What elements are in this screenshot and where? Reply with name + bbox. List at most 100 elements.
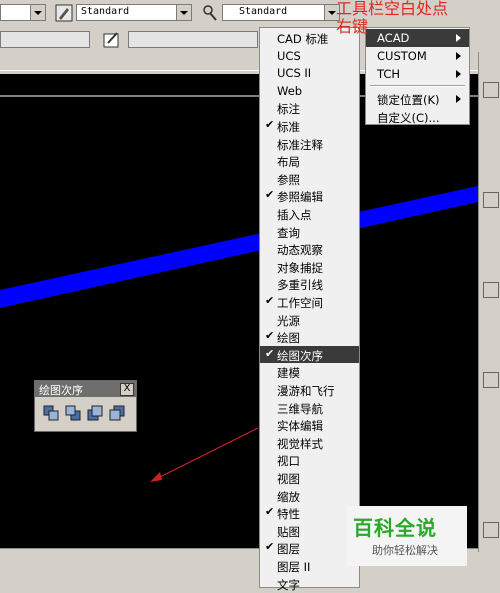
menu-item[interactable]: 图层 II — [260, 557, 359, 575]
dock-button[interactable] — [483, 282, 499, 298]
draw-order-toolbar-title: 绘图次序 — [39, 384, 83, 397]
annotation-text: 工具栏空白处点 右键 — [336, 0, 448, 36]
menu-item[interactable]: 贴图 — [260, 522, 359, 540]
menu-item-label: 工作空间 — [277, 296, 323, 310]
menu-item[interactable]: ✔ 绘图次序 — [260, 345, 359, 364]
bring-above-icon[interactable] — [87, 405, 103, 421]
menu-item[interactable]: ✔ 参照编辑 — [260, 187, 359, 205]
menu-item[interactable]: 缩放 — [260, 487, 359, 505]
submenu-item-label: 锁定位置(K) — [377, 93, 440, 107]
dropdown-arrow-icon[interactable] — [30, 5, 45, 20]
menu-item[interactable]: 多重引线 — [260, 275, 359, 293]
menu-item-label: 多重引线 — [277, 278, 323, 293]
scroll-up-button[interactable] — [483, 82, 499, 98]
submenu-item-label: 自定义(C)... — [377, 111, 440, 125]
menu-item[interactable]: 建模 — [260, 363, 359, 381]
pointer-arrowhead — [150, 472, 162, 482]
menu-item[interactable]: 实体编辑 — [260, 416, 359, 434]
right-toolbar-dock — [478, 52, 500, 552]
check-icon: ✔ — [265, 118, 275, 131]
submenu-item-label: TCH — [377, 67, 401, 81]
menu-item-label: 布局 — [277, 155, 300, 170]
dock-button[interactable] — [483, 192, 499, 208]
check-icon: ✔ — [265, 505, 275, 519]
scroll-down-button[interactable] — [483, 522, 499, 538]
check-icon: ✔ — [265, 294, 275, 307]
menu-item[interactable]: 动态观察 — [260, 240, 359, 258]
layer-combo[interactable] — [0, 31, 90, 48]
dim-style-combo[interactable]: Standard — [222, 4, 340, 21]
menu-item-label: 动态观察 — [277, 243, 323, 258]
annotation-line-2: 右键 — [336, 17, 369, 36]
canvas-graphics — [0, 95, 478, 482]
menu-item[interactable]: UCS — [260, 47, 359, 65]
text-style-icon[interactable] — [55, 4, 73, 22]
drawing-canvas[interactable] — [0, 74, 478, 548]
draw-order-toolbar[interactable]: 绘图次序 X — [34, 380, 137, 432]
menu-item[interactable]: ✔ 特性 — [260, 504, 359, 522]
partial-combo[interactable] — [0, 4, 46, 21]
menu-item-label: 查询 — [277, 225, 300, 240]
menu-item-label: 视图 — [277, 472, 300, 486]
watermark-title: 百科全说 — [353, 516, 437, 540]
submenu-item[interactable]: 锁定位置(K) — [366, 90, 469, 108]
send-under-icon[interactable] — [109, 405, 125, 421]
check-icon: ✔ — [265, 346, 275, 360]
text-style-value: Standard — [81, 6, 130, 17]
menu-item-label: 特性 — [277, 507, 300, 522]
chevron-right-icon — [456, 70, 461, 78]
submenu-item[interactable]: 自定义(C)... — [366, 108, 469, 126]
color-combo[interactable] — [128, 31, 258, 48]
menu-item-label: 图层 II — [277, 560, 311, 574]
menu-item[interactable]: ✔ 绘图 — [260, 328, 359, 346]
menu-item[interactable]: 参照 — [260, 170, 359, 188]
blue-line-object — [0, 186, 478, 308]
submenu-item[interactable]: CUSTOM — [366, 47, 469, 65]
bring-to-front-icon[interactable] — [43, 405, 59, 421]
text-style-combo[interactable]: Standard — [76, 4, 192, 21]
close-button[interactable]: X — [120, 383, 134, 396]
menu-item-label: 标准 — [277, 120, 300, 134]
watermark-subtitle: 助你轻松解决 — [372, 544, 438, 557]
menu-item[interactable]: Web — [260, 82, 359, 100]
menu-item[interactable]: 布局 — [260, 152, 359, 170]
annotation-line-1: 工具栏空白处点 — [336, 0, 449, 18]
draw-order-toolbar-titlebar[interactable]: 绘图次序 X — [35, 381, 136, 397]
submenu-item[interactable]: TCH — [366, 65, 469, 83]
menu-item-label: 标准注释 — [277, 137, 323, 152]
menu-item[interactable]: 漫游和飞行 — [260, 381, 359, 399]
menu-item[interactable]: 标注 — [260, 99, 359, 117]
menu-item-label: 贴图 — [277, 524, 300, 539]
chevron-right-icon — [456, 52, 461, 60]
dropdown-arrow-icon[interactable] — [176, 5, 191, 20]
menu-item[interactable]: 查询 — [260, 223, 359, 241]
menu-item[interactable]: ✔ 工作空间 — [260, 293, 359, 311]
menu-item-label: 绘图次序 — [277, 348, 323, 363]
menu-item-label: 插入点 — [277, 208, 312, 222]
menu-item[interactable]: 三维导航 — [260, 399, 359, 417]
menu-item[interactable]: 插入点 — [260, 205, 359, 223]
dock-button[interactable] — [483, 372, 499, 388]
menu-item[interactable]: ✔ 图层 — [260, 539, 359, 557]
check-icon: ✔ — [265, 540, 275, 554]
chevron-right-icon — [456, 34, 461, 42]
watermark-logo: 百科全说 助你轻松解决 — [347, 506, 467, 566]
menu-item-label: UCS — [277, 48, 301, 63]
menu-item-label: 参照 — [277, 172, 300, 187]
menu-item[interactable]: ✔ 标准 — [260, 117, 359, 135]
menu-item[interactable]: 视觉样式 — [260, 434, 359, 452]
menu-item[interactable]: 标准注释 — [260, 135, 359, 153]
menu-item[interactable]: 视口 — [260, 451, 359, 469]
send-to-back-icon[interactable] — [65, 405, 81, 421]
menu-item[interactable]: 光源 — [260, 311, 359, 329]
menu-item[interactable]: UCS II — [260, 64, 359, 82]
menu-item-label: 参照编辑 — [277, 190, 323, 205]
menu-item-label: 光源 — [277, 313, 300, 328]
dim-style-icon[interactable] — [201, 4, 219, 22]
layer-properties-icon[interactable] — [103, 31, 121, 49]
menu-item[interactable]: 视图 — [260, 469, 359, 487]
menu-item[interactable]: 对象捕捉 — [260, 258, 359, 276]
menu-item[interactable]: 文字 — [260, 575, 359, 593]
menu-item-label: 实体编辑 — [277, 419, 323, 434]
menu-item-label: 视觉样式 — [277, 436, 323, 451]
